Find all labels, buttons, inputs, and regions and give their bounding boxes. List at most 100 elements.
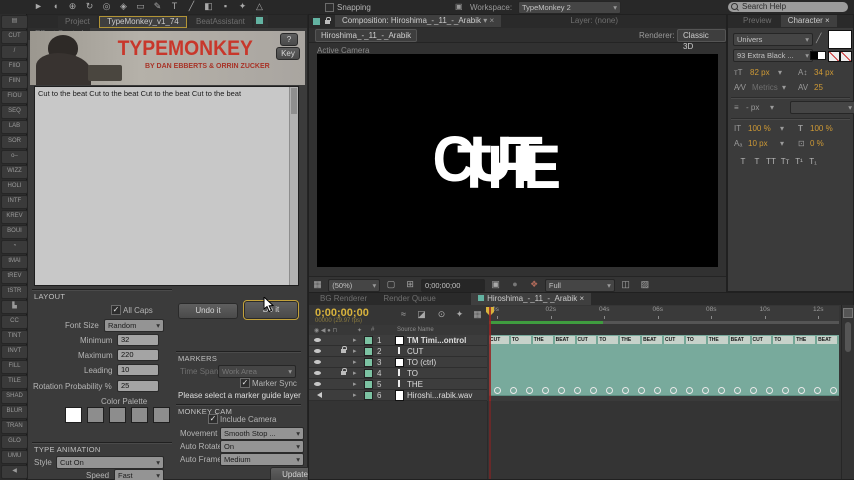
font-family-dropdown[interactable]: Univers ▾ (733, 33, 813, 46)
faux-style-button-5[interactable]: T¹ (792, 157, 806, 166)
char-leading-value[interactable]: 34 px (814, 68, 834, 77)
key-button[interactable]: Key (276, 47, 300, 60)
label-color-chip[interactable] (364, 369, 373, 378)
audio-track[interactable] (489, 385, 839, 396)
dock-item-29[interactable]: UMU (1, 450, 28, 464)
dock-item-23[interactable]: FILL (1, 360, 28, 374)
help-button[interactable]: ? (280, 33, 298, 46)
search-help-input[interactable]: Search Help (728, 2, 848, 12)
palette-swatch-5[interactable] (153, 407, 170, 423)
dock-item-0[interactable]: ▤ (1, 15, 28, 29)
dock-item-1[interactable]: CUT (1, 30, 28, 44)
dock-item-27[interactable]: TRAN (1, 420, 28, 434)
fill-color-swatch[interactable] (828, 30, 852, 49)
audio-keyframe-dot[interactable] (542, 387, 549, 394)
channel-icon[interactable]: ❖ (526, 277, 543, 292)
font-style-dropdown[interactable]: 93 Extra Black ... ▾ (733, 49, 813, 62)
leading-field[interactable]: 10 (117, 364, 159, 376)
breadcrumb[interactable]: Hiroshima_-_11_-_Arabik (315, 29, 418, 42)
eye-icon[interactable] (314, 349, 321, 353)
lock-icon[interactable] (325, 17, 331, 24)
dock-item-11[interactable]: HOLI (1, 180, 28, 194)
stroke-style-dropdown[interactable]: ▾ (790, 101, 854, 114)
label-color-chip[interactable] (364, 336, 373, 345)
camera-tool-icon[interactable]: ◎ (98, 0, 115, 13)
tab-layer[interactable]: Layer: (none) (563, 15, 625, 27)
faux-style-button-3[interactable]: TT (764, 157, 778, 166)
tab-bg-renderer[interactable]: BG Renderer (313, 293, 374, 305)
undo-it-button[interactable]: Undo it (178, 303, 238, 319)
time-ruler[interactable]: 0s 02s 04s 06s 08s 10s 12s (489, 306, 839, 322)
baseline-shift-arrow[interactable]: ▾ (780, 139, 784, 148)
font-size-arrow[interactable]: ▾ (778, 68, 782, 77)
faux-style-button-6[interactable]: T₁ (806, 157, 820, 166)
transparency-grid-icon[interactable]: ▨ (636, 277, 653, 292)
hand-tool-icon[interactable]: ◖ (47, 0, 64, 13)
auto-frame-dropdown[interactable]: Medium ▾ (220, 453, 304, 466)
kerning-value[interactable]: Metrics (752, 83, 778, 92)
audio-keyframe-dot[interactable] (670, 387, 677, 394)
tab-close-icon[interactable]: × (490, 16, 495, 25)
eye-icon[interactable] (314, 338, 321, 342)
tab-beatassistant[interactable]: BeatAssistant (188, 16, 252, 28)
dock-item-22[interactable]: INVT (1, 345, 28, 359)
dock-item-26[interactable]: BLUR (1, 405, 28, 419)
timeline-marker-10[interactable]: THE (707, 336, 730, 344)
eye-icon[interactable] (314, 382, 321, 386)
timeline-marker-9[interactable]: TO (685, 336, 708, 344)
rotate-tool-icon[interactable]: ↻ (81, 0, 98, 13)
speaker-icon[interactable] (314, 392, 322, 398)
audio-keyframe-dot[interactable] (654, 387, 661, 394)
pen-tool-icon[interactable]: ✎ (149, 0, 166, 13)
dock-item-21[interactable]: TINT (1, 330, 28, 344)
safe-zones-icon[interactable]: ▢ (382, 277, 399, 292)
snapping-checkbox[interactable] (325, 3, 334, 12)
layer-row-2[interactable]: ▸ 2 CUT (309, 346, 487, 357)
workspace-dropdown[interactable]: TypeMonkey 2 ▾ (518, 1, 621, 14)
pan-behind-tool-icon[interactable]: ◈ (115, 0, 132, 13)
kerning-arrow[interactable]: ▾ (782, 83, 786, 92)
layer-row-3[interactable]: ▸ 3 TO (ctrl) (309, 357, 487, 368)
dock-item-25[interactable]: SHAD (1, 390, 28, 404)
layer-name[interactable]: TM Timi...ontrol (407, 336, 466, 345)
clone-stamp-tool-icon[interactable]: ◧ (200, 0, 217, 13)
textarea-scrollbar[interactable] (289, 87, 298, 285)
timeline-marker-3[interactable]: BEAT (554, 336, 577, 344)
dock-item-12[interactable]: INTF (1, 195, 28, 209)
timeline-marker-13[interactable]: TO (773, 336, 796, 344)
audio-keyframe-dot[interactable] (606, 387, 613, 394)
dock-item-8[interactable]: SOR (1, 135, 28, 149)
label-color-chip[interactable] (364, 347, 373, 356)
rotation-probability-field[interactable]: 25 (117, 380, 159, 392)
no-stroke-swatch[interactable] (840, 51, 852, 62)
eyedropper-icon[interactable]: ╱ (816, 33, 821, 44)
all-caps-checkbox[interactable]: ✓ (111, 305, 121, 315)
roi-icon[interactable]: ◫ (617, 277, 634, 292)
audio-keyframe-dot[interactable] (798, 387, 805, 394)
audio-keyframe-dot[interactable] (526, 387, 533, 394)
faux-style-button-4[interactable]: Tт (778, 157, 792, 166)
faux-style-button-1[interactable]: T (736, 157, 750, 166)
timeline-marker-1[interactable]: TO (510, 336, 533, 344)
vertical-scale-value[interactable]: 100 % (748, 124, 771, 133)
timeline-marker-6[interactable]: THE (620, 336, 643, 344)
layer-name[interactable]: THE (407, 380, 423, 389)
tab-typemonkey[interactable]: TypeMonkey_v1_74 (99, 16, 187, 28)
audio-keyframe-dot[interactable] (590, 387, 597, 394)
tab-composition[interactable]: Composition: Hiroshima_-_11_-_Arabik ▾ × (335, 15, 502, 27)
timeline-marker-11[interactable]: BEAT (729, 336, 752, 344)
puppet-pin-tool-icon[interactable]: △ (251, 0, 268, 13)
timeline-marker-2[interactable]: THE (532, 336, 555, 344)
layer-row-1[interactable]: ▸ 1 TM Timi...ontrol (309, 335, 487, 346)
motion-blur-icon[interactable]: ▦ (469, 308, 486, 321)
grid-options-icon[interactable]: ▦ (309, 277, 326, 292)
vertical-scale-arrow[interactable]: ▾ (780, 124, 784, 133)
auto-rotate-dropdown[interactable]: On ▾ (220, 440, 304, 453)
label-color-chip[interactable] (364, 391, 373, 400)
dock-item-30[interactable]: ◀ (1, 465, 28, 479)
palette-swatch-1[interactable] (65, 407, 82, 423)
selection-tool-icon[interactable]: ► (30, 0, 47, 13)
layer-name[interactable]: Hiroshi...rabik.wav (407, 391, 472, 400)
label-color-chip[interactable] (364, 380, 373, 389)
layer-row-6[interactable]: ▸ 6 Hiroshi...rabik.wav (309, 390, 487, 401)
